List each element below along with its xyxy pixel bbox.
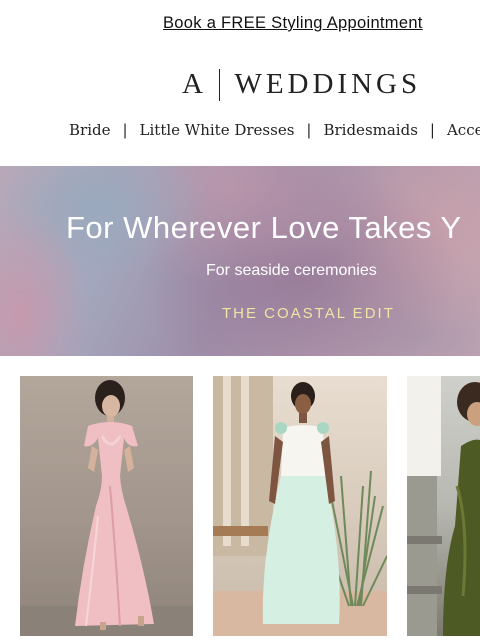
brand-logo[interactable]: A WEDDINGS (182, 68, 421, 101)
hero-subtitle: For seaside ceremonies (206, 262, 377, 279)
product-card-olive-dress[interactable] (407, 376, 480, 636)
white-mint-drop-waist-gown-photo (213, 376, 387, 636)
nav-separator: | (306, 121, 312, 139)
nav-item-accessories[interactable]: Acces (447, 121, 480, 139)
brand-logo-letter: A (182, 68, 207, 100)
olive-satin-dress-photo (407, 376, 480, 636)
hero-banner[interactable]: For Wherever Love Takes Y For seaside ce… (0, 166, 480, 356)
product-card-pink-gown[interactable] (20, 376, 193, 636)
styling-appointment-link[interactable]: Book a FREE Styling Appointment (163, 14, 423, 33)
brand-logo-wordmark: WEDDINGS (234, 68, 422, 100)
brand-logo-divider (218, 68, 221, 101)
pink-satin-gown-photo (20, 380, 193, 636)
nav-item-little-white-dresses[interactable]: Little White Dresses (140, 121, 295, 139)
nav-separator: | (429, 121, 435, 139)
nav-separator: | (122, 121, 128, 139)
hero-cta-link[interactable]: THE COASTAL EDIT (222, 305, 395, 322)
hero-title: For Wherever Love Takes Y (66, 210, 462, 245)
nav-item-bride[interactable]: Bride (69, 121, 110, 139)
category-nav: Bride | Little White Dresses | Bridesmai… (69, 121, 480, 139)
nav-item-bridesmaids[interactable]: Bridesmaids (323, 121, 417, 139)
product-card-mint-gown[interactable] (213, 376, 387, 636)
